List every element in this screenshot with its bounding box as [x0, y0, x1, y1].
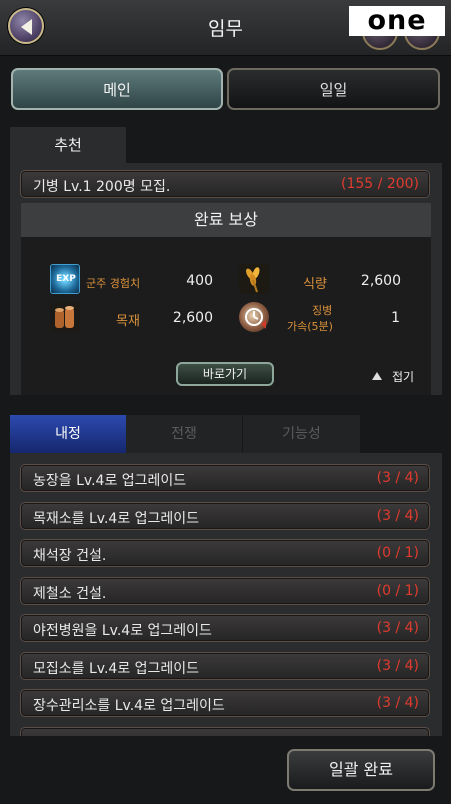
list-item[interactable]: 야전병원을 Lv.4로 업그레이드 (3 / 4) — [20, 614, 430, 642]
quest-label: 장수관리소를 Lv.4로 업그레이드 — [33, 698, 225, 714]
reward-title: 완료 보상 — [21, 203, 431, 237]
wheat-icon — [239, 264, 269, 294]
list-item[interactable]: 제철소 건설. (0 / 1) — [20, 577, 430, 605]
reward-label-speedup-line1: 징병 — [312, 304, 333, 317]
list-item[interactable]: 목재소를 Lv.4로 업그레이드 (3 / 4) — [20, 502, 430, 530]
tab-main[interactable]: 메인 — [11, 68, 223, 110]
quest-label: 야전병원을 Lv.4로 업그레이드 — [33, 623, 212, 639]
list-item[interactable]: 채석장 건설. (0 / 1) — [20, 539, 430, 567]
quest-list[interactable]: 농장을 Lv.4로 업그레이드 (3 / 4) 목재소를 Lv.4로 업그레이드… — [10, 453, 442, 736]
quest-progress: (3 / 4) — [376, 508, 419, 524]
tab-functional[interactable]: 기능성 — [243, 415, 360, 453]
collapse-arrow-icon — [372, 372, 382, 380]
quest-label: 제철소 건설. — [33, 586, 107, 602]
quest-progress: (3 / 4) — [376, 620, 419, 636]
speedup-icon — [239, 302, 269, 332]
tab-war[interactable]: 전쟁 — [126, 415, 242, 453]
reward-value-exp: 400 — [186, 273, 213, 289]
collapse-button[interactable]: 접기 — [372, 368, 414, 385]
quest-progress: (0 / 1) — [376, 583, 419, 599]
reward-value-wood: 2,600 — [172, 310, 213, 326]
recommended-quest-row[interactable]: 기병 Lv.1 200명 모집. (155 / 200) — [20, 170, 430, 198]
quest-label: 채석장 건설. — [33, 548, 107, 564]
quest-progress: (3 / 4) — [376, 658, 419, 674]
list-item[interactable]: 장수관리소를 Lv.4로 업그레이드 (3 / 4) — [20, 689, 430, 717]
wood-icon — [50, 302, 80, 332]
reward-label-exp: 군주 경험치 — [86, 277, 141, 290]
watermark-logo: one — [349, 6, 445, 36]
reward-value-speedup: 1 — [391, 310, 400, 326]
exp-icon: EXP — [50, 264, 80, 294]
reward-label-wood: 목재 — [116, 314, 140, 329]
collapse-label: 접기 — [392, 370, 415, 384]
tab-domestic[interactable]: 내정 — [10, 415, 126, 453]
list-item[interactable]: 모집소를 Lv.4로 업그레이드 (3 / 4) — [20, 652, 430, 680]
quest-label: 모집소를 Lv.4로 업그레이드 — [33, 661, 200, 677]
quest-label: 목재소를 Lv.4로 업그레이드 — [33, 511, 200, 527]
recommend-tab[interactable]: 추천 — [10, 127, 126, 163]
tab-daily[interactable]: 일일 — [227, 68, 440, 110]
header-bar: 임무 one — [0, 0, 451, 56]
reward-label-food: 식량 — [303, 277, 327, 292]
quest-label: 기병 Lv.1 200명 모집. — [33, 179, 171, 195]
reward-label-speedup-line2: 가속(5분) — [287, 320, 333, 333]
quest-progress: (155 / 200) — [341, 176, 419, 192]
quest-progress: (0 / 1) — [376, 545, 419, 561]
reward-value-food: 2,600 — [360, 273, 401, 289]
quest-progress: (3 / 4) — [376, 470, 419, 486]
complete-all-button[interactable]: 일괄 완료 — [287, 749, 435, 791]
list-item[interactable]: 농장을 Lv.4로 업그레이드 (3 / 4) — [20, 464, 430, 492]
goto-button[interactable]: 바로가기 — [176, 362, 274, 386]
quest-label: 농장을 Lv.4로 업그레이드 — [33, 473, 187, 489]
quest-progress: (3 / 4) — [376, 695, 419, 711]
list-item[interactable] — [20, 727, 430, 736]
